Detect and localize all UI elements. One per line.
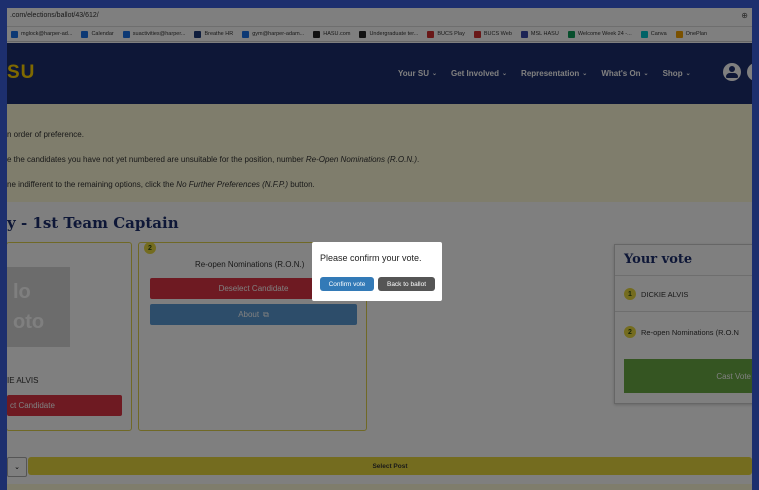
- confirm-message: Please confirm your vote.: [320, 253, 422, 263]
- back-to-ballot-button[interactable]: Back to ballot: [378, 277, 435, 291]
- confirm-vote-button[interactable]: Confirm vote: [320, 277, 374, 291]
- browser-window: .com/elections/ballot/43/612/ ⊕ mglock@h…: [7, 8, 752, 490]
- confirm-vote-dialog: Please confirm your vote. Confirm vote B…: [312, 242, 442, 301]
